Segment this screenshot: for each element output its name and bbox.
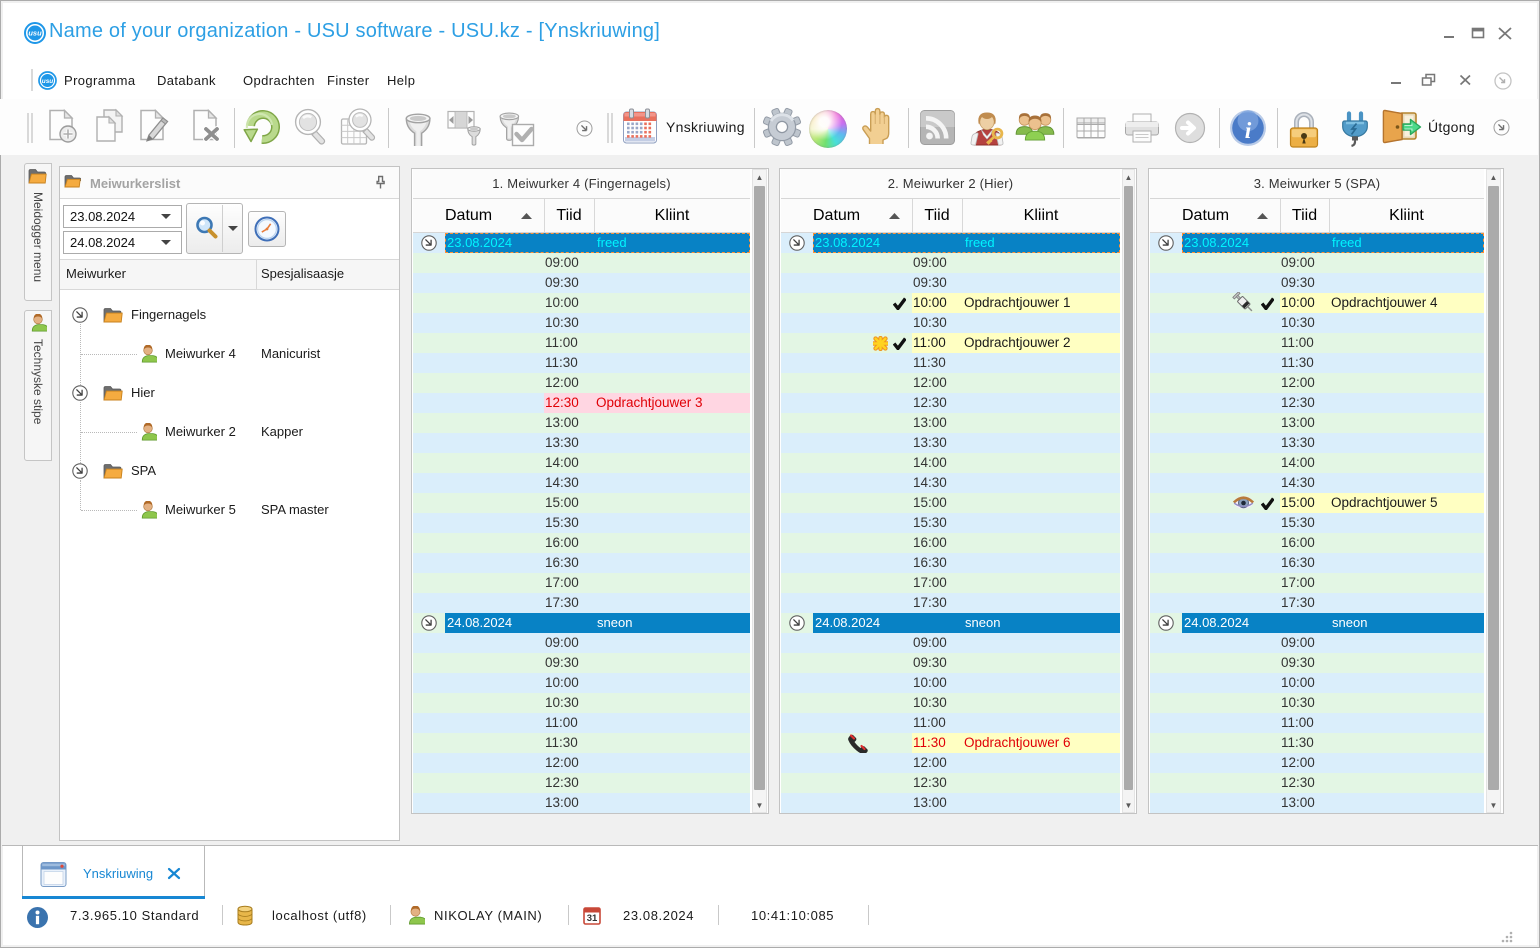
svg-text:31: 31 [587,913,598,924]
svg-text:i: i [1245,118,1252,144]
svg-text:usu: usu [42,78,54,85]
svg-text:usu: usu [28,29,42,38]
